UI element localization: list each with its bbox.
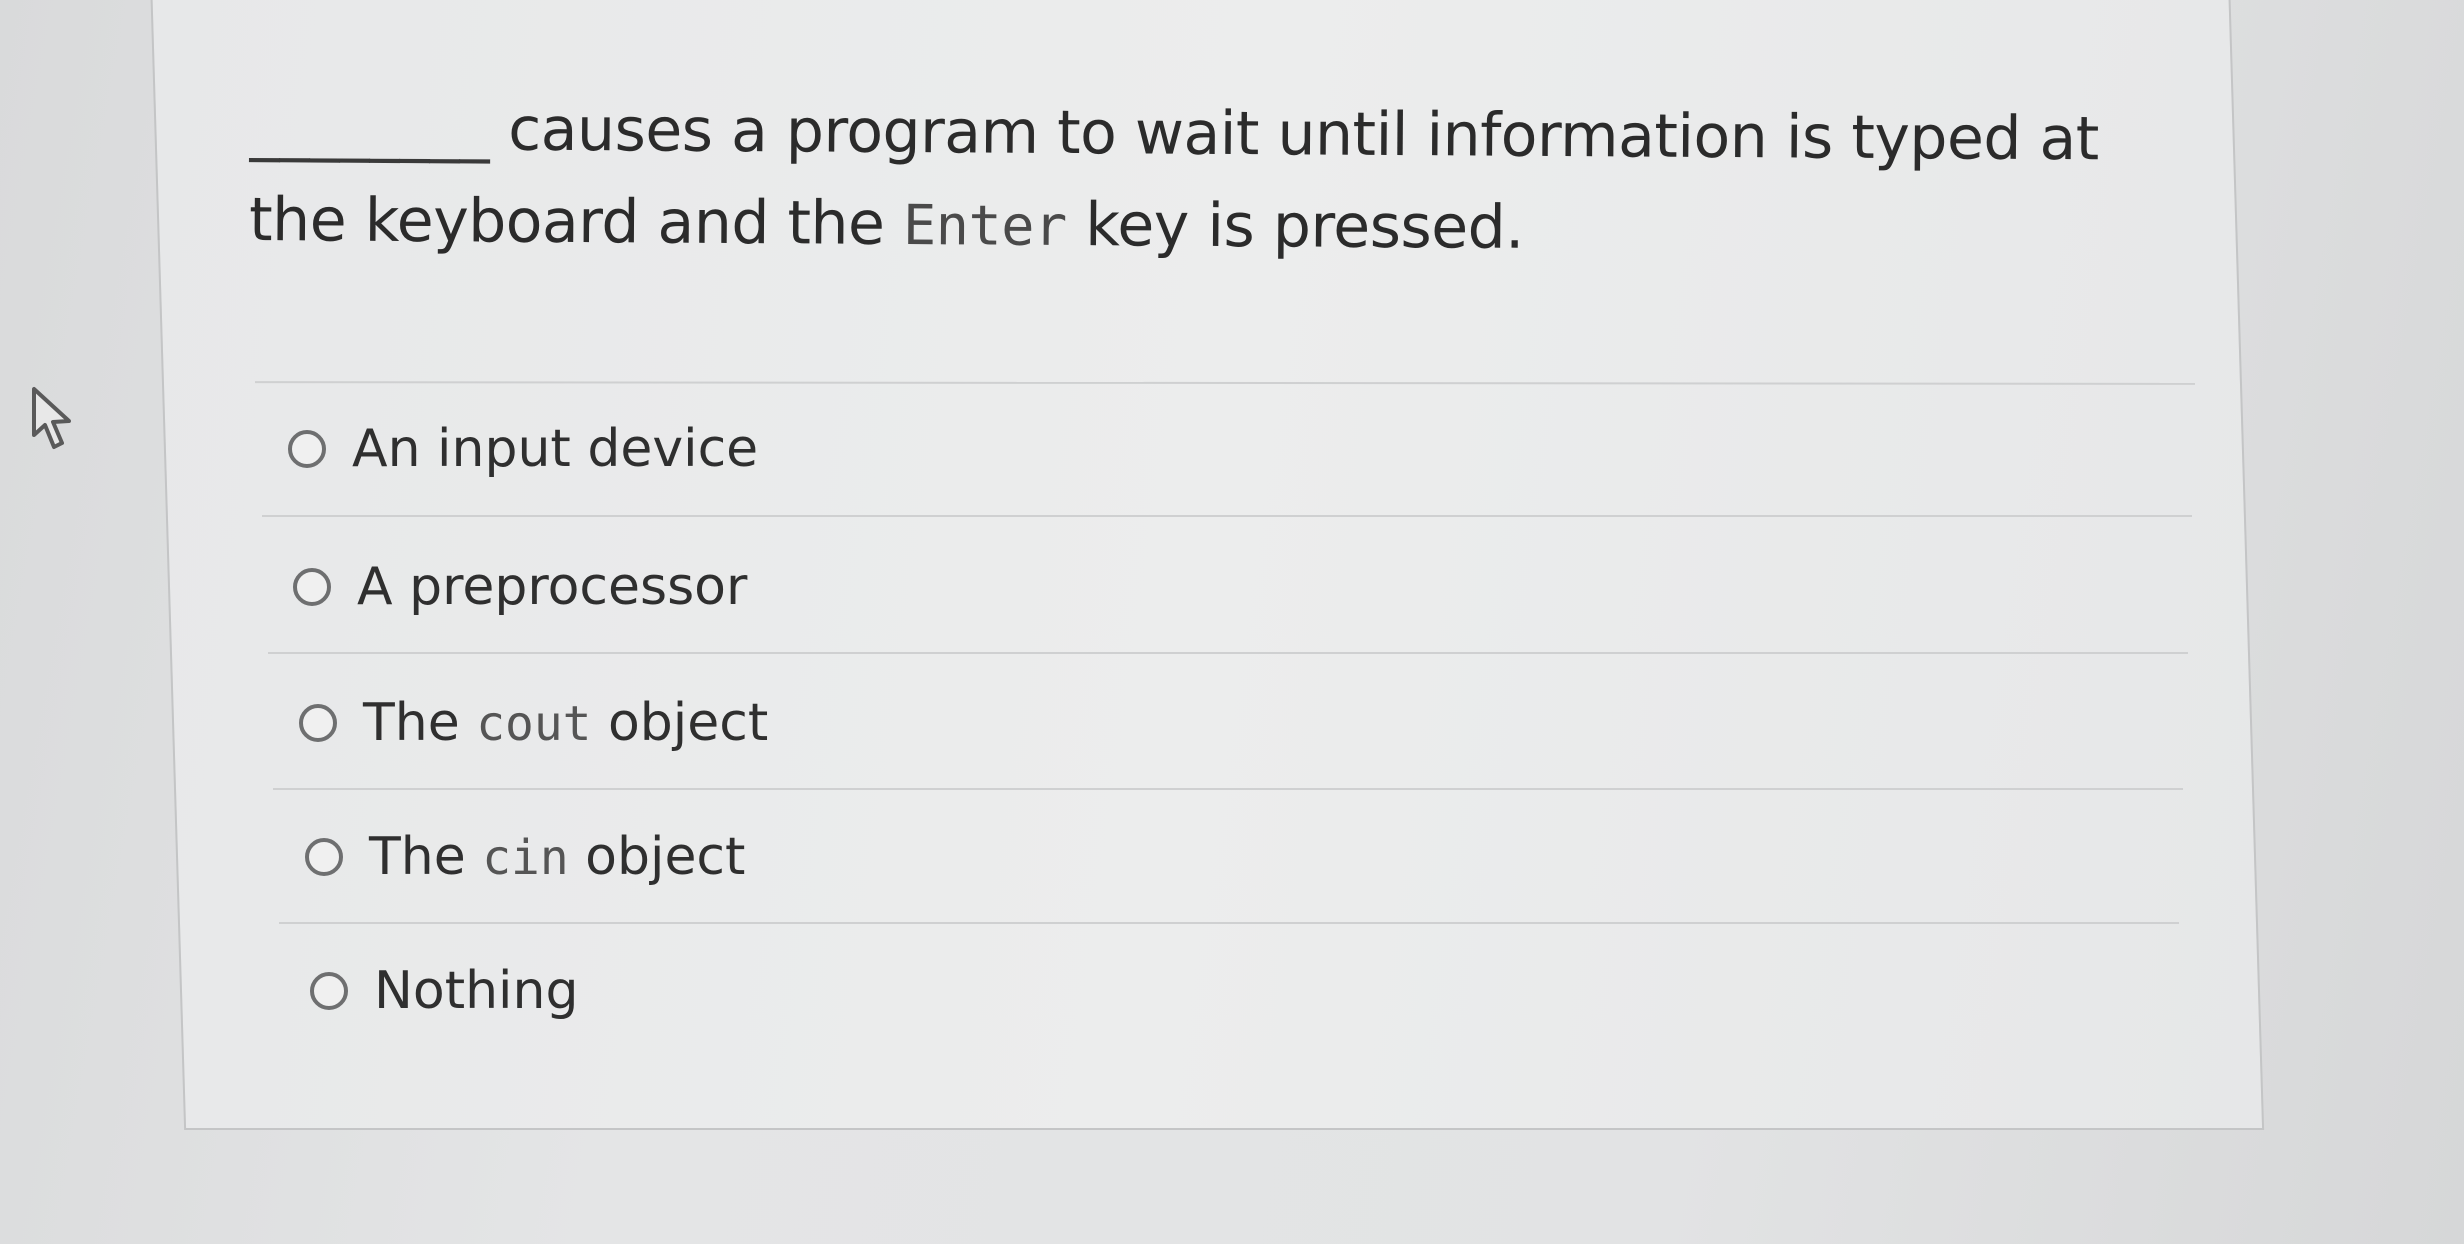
answer-option-preprocessor[interactable]: A preprocessor — [293, 542, 747, 632]
mouse-pointer-icon — [28, 385, 84, 457]
answer-option-cout-object[interactable]: The cout object — [299, 678, 768, 768]
radio-unchecked-icon[interactable] — [288, 430, 326, 468]
answer-option-nothing[interactable]: Nothing — [310, 946, 578, 1036]
option-divider — [279, 922, 2179, 924]
option-divider — [273, 788, 2183, 790]
answer-option-input-device[interactable]: An input device — [288, 404, 758, 494]
option-label: The cout object — [363, 693, 768, 753]
question-text-part2: key is pressed. — [1066, 189, 1525, 263]
option-label: The cin object — [369, 827, 745, 887]
option-suffix: object — [568, 827, 746, 887]
option-suffix: object — [591, 693, 769, 753]
option-prefix: The — [363, 693, 477, 753]
option-prefix: The — [369, 827, 483, 887]
option-label: An input device — [352, 419, 759, 479]
radio-unchecked-icon[interactable] — [305, 838, 343, 876]
code-cout: cout — [476, 697, 592, 752]
option-label: A preprocessor — [357, 557, 748, 617]
answer-blank: ________ — [249, 92, 490, 165]
radio-unchecked-icon[interactable] — [293, 568, 331, 606]
option-label: Nothing — [374, 961, 579, 1021]
option-divider — [268, 652, 2188, 654]
question-text: ________ causes a program to wait until … — [249, 82, 2210, 280]
answer-option-cin-object[interactable]: The cin object — [305, 812, 745, 902]
radio-unchecked-icon[interactable] — [299, 704, 337, 742]
option-divider — [262, 515, 2192, 517]
radio-unchecked-icon[interactable] — [310, 972, 348, 1010]
code-enter: Enter — [902, 193, 1067, 259]
code-cin: cin — [482, 831, 569, 886]
